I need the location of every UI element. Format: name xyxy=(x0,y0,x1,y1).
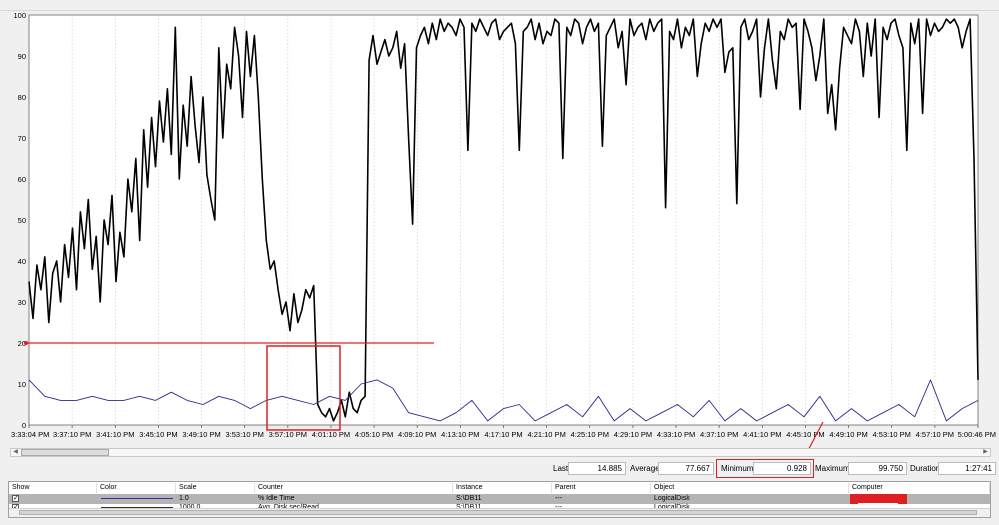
scroll-thumb[interactable] xyxy=(21,449,109,456)
header-object[interactable]: Object xyxy=(651,483,849,493)
header-show[interactable]: Show xyxy=(9,483,97,493)
x-tick-label: 4:37:10 PM xyxy=(700,430,738,439)
color-swatch xyxy=(101,498,173,499)
x-tick-label: 5:00:46 PM xyxy=(958,430,996,439)
x-tick-label: 4:53:10 PM xyxy=(873,430,911,439)
maximum-label: Maximum xyxy=(815,464,850,473)
x-tick-label: 4:01:10 PM xyxy=(312,430,350,439)
x-tick-label: 4:17:10 PM xyxy=(484,430,522,439)
y-tick-label: 70 xyxy=(18,134,26,143)
x-tick-label: 4:49:10 PM xyxy=(829,430,867,439)
chart-time-scrollbar[interactable]: ◀ ▶ xyxy=(10,448,991,457)
minimum-highlight-box xyxy=(716,459,814,478)
average-label: Average xyxy=(630,464,660,473)
header-parent[interactable]: Parent xyxy=(552,483,651,493)
header-instance[interactable]: Instance xyxy=(453,483,552,493)
last-label: Last xyxy=(553,464,569,473)
x-tick-label: 4:21:10 PM xyxy=(527,430,565,439)
statistics-bar: Last 14.885 Average 77.667 Minimum 0.928… xyxy=(0,462,999,476)
x-tick-label: 4:13:10 PM xyxy=(441,430,479,439)
plot-area xyxy=(28,14,979,426)
x-tick-label: 3:45:10 PM xyxy=(139,430,177,439)
header-counter[interactable]: Counter xyxy=(255,483,453,493)
y-tick-label: 40 xyxy=(18,257,26,266)
average-value: 77.667 xyxy=(658,462,714,475)
legend-header-row: Show Color Scale Counter Instance Parent… xyxy=(9,483,990,493)
header-computer[interactable]: Computer xyxy=(849,483,990,493)
x-tick-label: 4:45:10 PM xyxy=(786,430,824,439)
duration-value: 1:27:41 xyxy=(938,462,996,475)
duration-label: Duration xyxy=(910,464,941,473)
counter-legend-table: Show Color Scale Counter Instance Parent… xyxy=(8,481,991,518)
x-tick-label: 4:57:10 PM xyxy=(916,430,954,439)
y-tick-label: 60 xyxy=(18,175,26,184)
x-tick-label: 4:41:10 PM xyxy=(743,430,781,439)
x-tick-label: 3:49:10 PM xyxy=(182,430,220,439)
x-tick-label: 4:09:10 PM xyxy=(398,430,436,439)
x-axis-ticks: 3:33:04 PM 3:37:10 PM 3:41:10 PM 3:45:10 PM… xyxy=(11,425,996,439)
x-tick-label: 4:25:10 PM xyxy=(571,430,609,439)
header-scale[interactable]: Scale xyxy=(176,483,255,493)
legend-scroll-thumb[interactable] xyxy=(19,510,977,515)
y-tick-label: 90 xyxy=(18,52,26,61)
header-color[interactable]: Color xyxy=(97,483,176,493)
performance-chart: 0102030405060708090100 3:33:04 PM 3:37:10… xyxy=(11,11,996,448)
threshold-line-start-marker xyxy=(24,341,28,345)
y-tick-label: 30 xyxy=(18,298,26,307)
y-tick-label: 100 xyxy=(13,11,26,20)
scroll-right-arrow-icon[interactable]: ▶ xyxy=(981,449,990,456)
x-tick-label: 3:57:10 PM xyxy=(269,430,307,439)
scroll-left-arrow-icon[interactable]: ◀ xyxy=(11,449,20,456)
x-tick-label: 3:41:10 PM xyxy=(96,430,134,439)
y-axis-ticks: 0102030405060708090100 xyxy=(13,11,26,430)
maximum-value: 99.750 xyxy=(848,462,907,475)
show-checkbox[interactable]: ✓ xyxy=(12,495,19,502)
y-tick-label: 0 xyxy=(22,421,26,430)
x-tick-label: 4:29:10 PM xyxy=(614,430,652,439)
x-tick-label: 4:05:10 PM xyxy=(355,430,393,439)
x-tick-label: 3:53:10 PM xyxy=(226,430,264,439)
last-value: 14.885 xyxy=(568,462,626,475)
legend-horizontal-scrollbar[interactable] xyxy=(9,508,990,517)
y-tick-label: 80 xyxy=(18,93,26,102)
x-tick-label: 3:33:04 PM xyxy=(11,430,49,439)
x-tick-label: 4:33:10 PM xyxy=(657,430,695,439)
y-tick-label: 10 xyxy=(18,380,26,389)
x-tick-label: 3:37:10 PM xyxy=(53,430,91,439)
y-tick-label: 50 xyxy=(18,216,26,225)
